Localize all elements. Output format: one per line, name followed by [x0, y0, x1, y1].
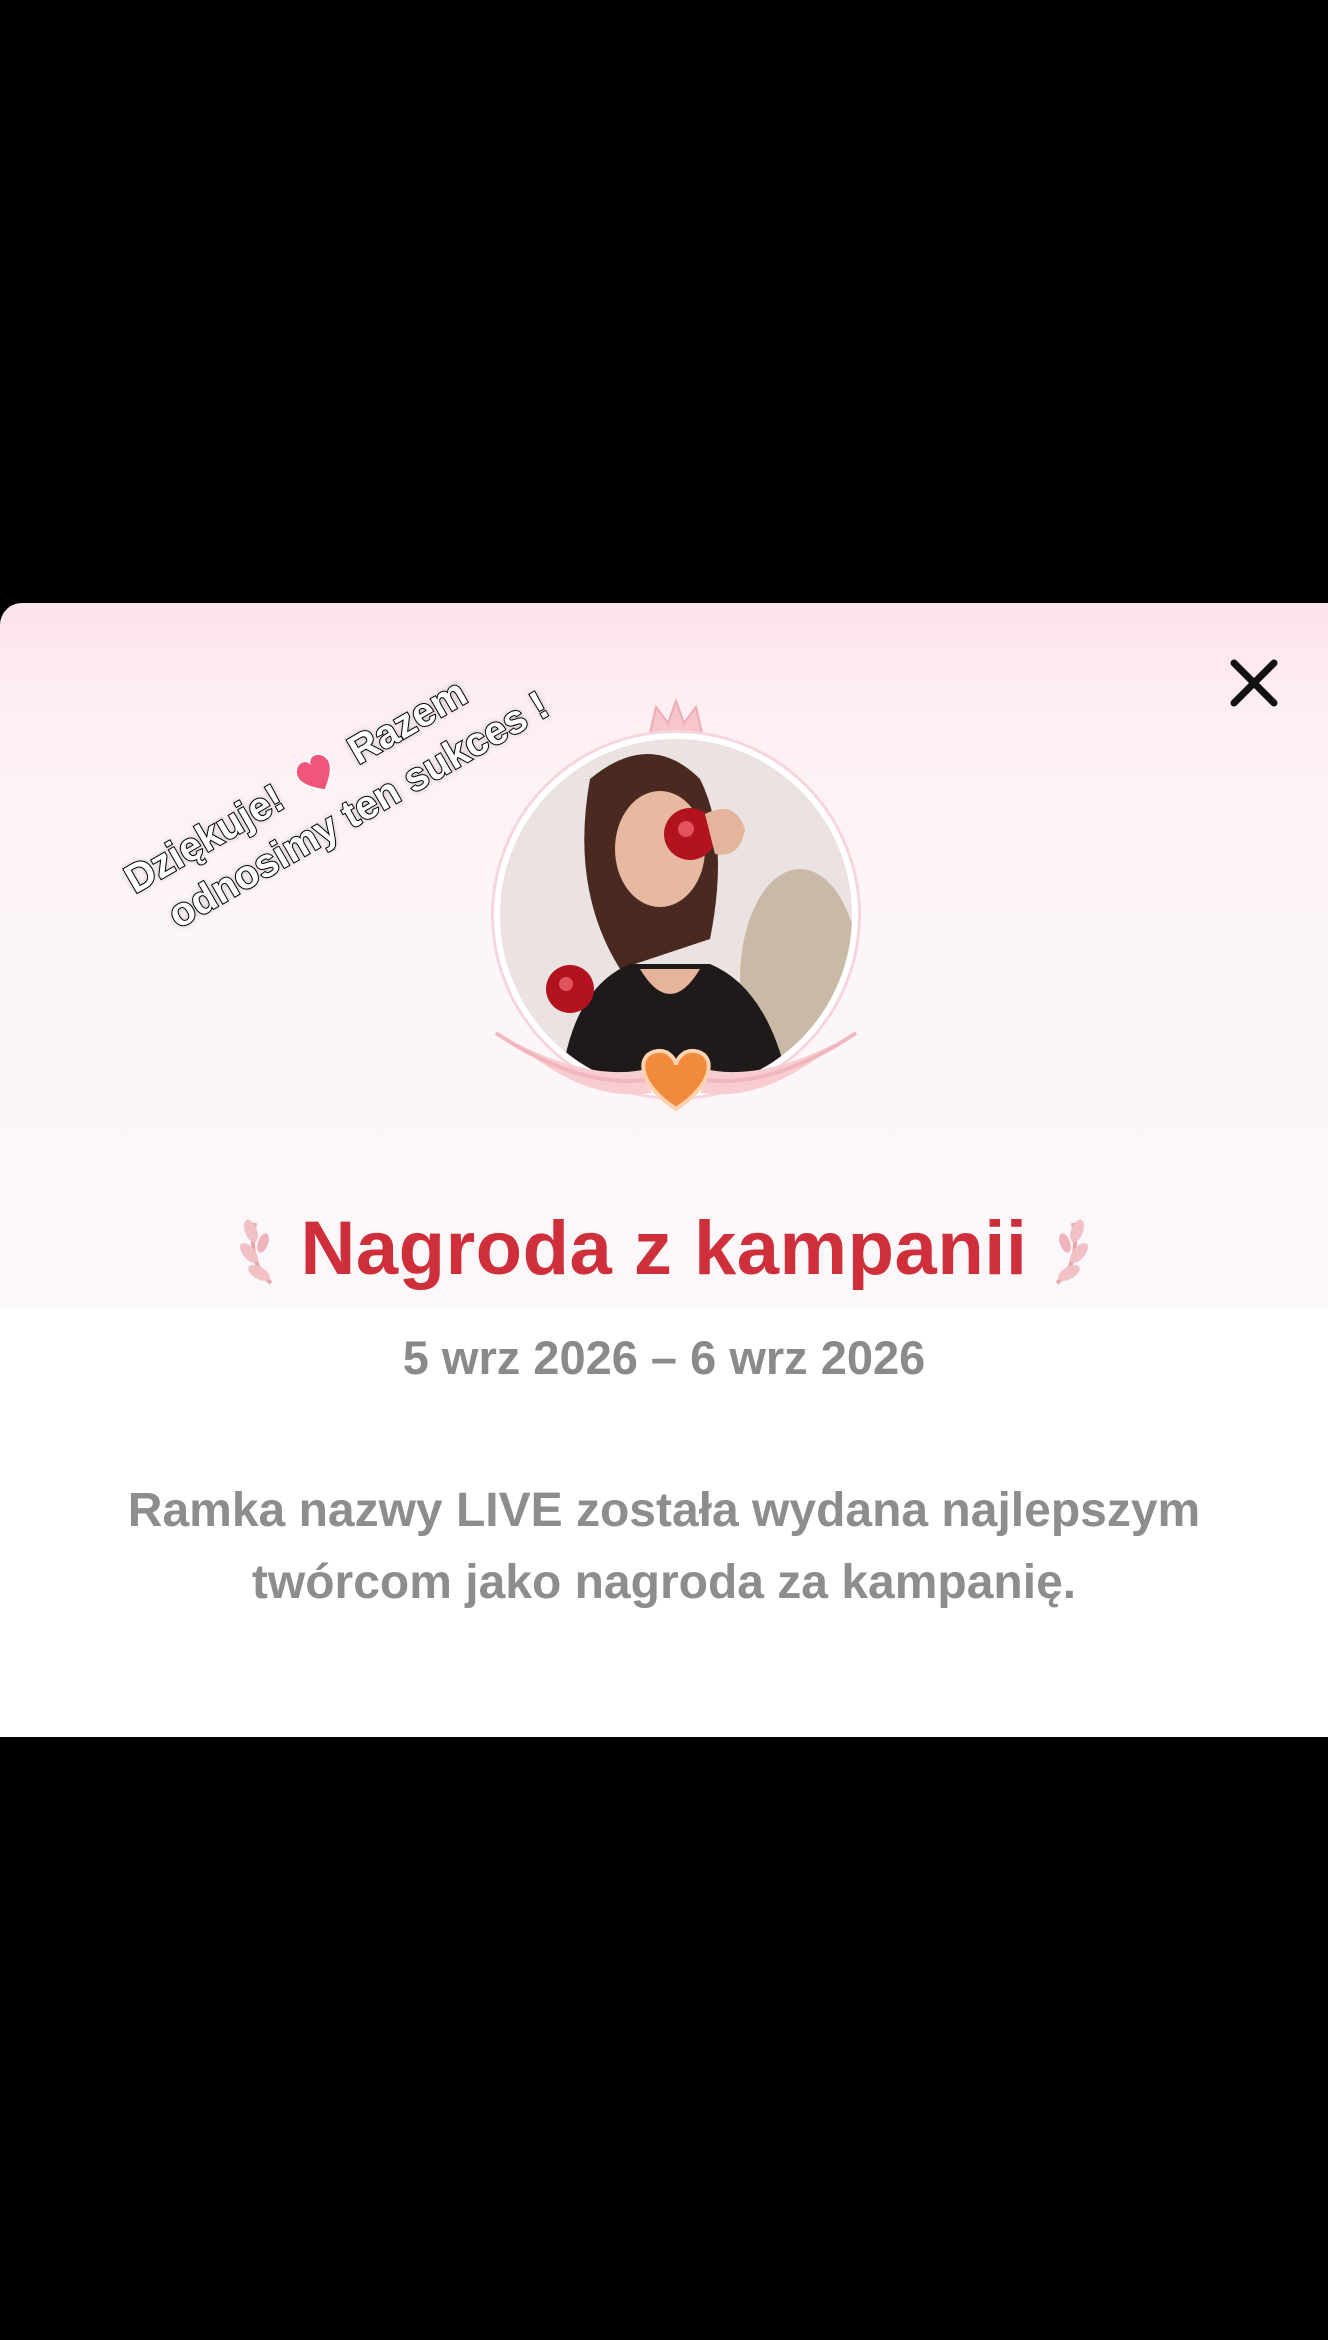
wings-ribbon-icon — [494, 1031, 858, 1112]
laurel-right-icon — [1056, 1219, 1089, 1285]
heart-emoji-icon — [295, 753, 331, 791]
title-row: Nagroda z kampanii — [0, 1193, 1328, 1303]
avatar-frame — [476, 693, 876, 1113]
description: Ramka nazwy LIVE została wydana najlepsz… — [127, 1484, 1201, 1609]
laurel-left-icon — [239, 1219, 272, 1285]
screen: Nagroda z kampanii 5 wrz 2026 – 6 wrz 20… — [0, 0, 1328, 2340]
close-icon — [1230, 659, 1278, 707]
page-title: Nagroda z kampanii — [300, 1205, 1028, 1291]
close-button[interactable] — [1224, 653, 1284, 713]
crown-icon — [648, 698, 704, 734]
date-range: 5 wrz 2026 – 6 wrz 2026 — [402, 1331, 926, 1384]
